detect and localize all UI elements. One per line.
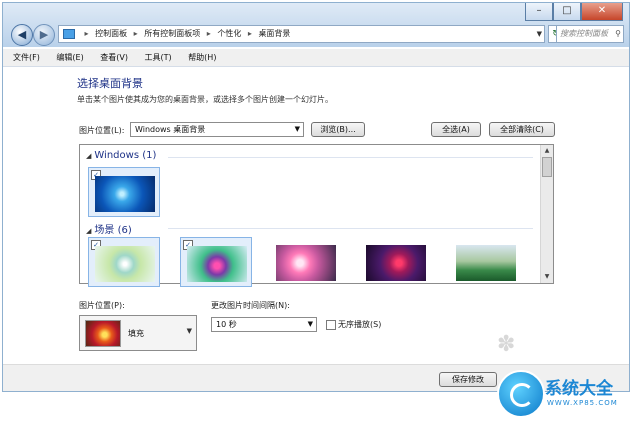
title-bar: – □ ✕ ◀ ▶ ▸ 控制面板 ▸ 所有控制面板项 ▸ 个性化 ▸ 桌面背景 … [3,3,629,47]
picture-location-value: Windows 桌面背景 [135,125,206,134]
wallpaper-thumbnail[interactable] [270,237,342,287]
wallpaper-thumbnail[interactable]: ✓ [88,237,160,287]
wallpaper-thumbnail[interactable] [450,237,522,287]
chevron-down-icon: ▼ [294,125,300,133]
windows-logo-wallpaper [95,176,155,212]
menu-bar: 文件(F) 编辑(E) 查看(V) 工具(T) 帮助(H) [3,49,629,67]
search-input[interactable]: 搜索控制面板 ⚲ [556,25,624,43]
folder-icon [63,28,75,39]
position-preview [85,320,121,347]
shuffle-label[interactable]: 无序播放(S) [338,319,381,330]
breadcrumb-desktop-background[interactable]: 桌面背景 [258,29,290,38]
scrollbar-thumb[interactable] [542,157,552,177]
breadcrumb-separator-icon: ▸ [84,29,89,38]
menu-help[interactable]: 帮助(H) [188,53,216,62]
breadcrumb-separator-icon: ▸ [206,29,211,38]
scene-wallpaper [95,246,155,282]
breadcrumb-separator-icon: ▸ [133,29,138,38]
page-subtitle: 单击某个图片使其成为您的桌面背景，或选择多个图片创建一个幻灯片。 [77,95,333,104]
maximize-button[interactable]: □ [553,3,581,21]
chevron-down-icon: ▼ [307,320,313,328]
page-title: 选择桌面背景 [77,77,143,90]
group-header-scenes[interactable]: ◢ 场景 (6) [86,221,132,236]
change-interval-value: 10 秒 [216,320,237,329]
menu-edit[interactable]: 编辑(E) [56,53,83,62]
wallpaper-thumbnail[interactable]: ✓ [88,167,160,217]
chevron-down-icon: ▼ [186,327,192,335]
back-button[interactable]: ◀ [11,24,33,46]
group-header-windows[interactable]: ◢ Windows (1) [86,150,156,161]
group-divider [168,228,533,229]
wallpaper-thumbnail[interactable] [360,237,432,287]
watermark-url: WWW.XP85.COM [547,399,618,407]
scene-wallpaper [276,245,336,281]
shuffle-checkbox[interactable] [326,320,336,330]
picture-location-select[interactable]: Windows 桌面背景 ▼ [130,122,304,137]
vertical-scrollbar[interactable]: ▲ ▼ [540,145,553,283]
picture-location-label: 图片位置(L): [79,126,125,135]
logo-icon [497,370,545,418]
search-icon[interactable]: ⚲ [615,26,621,42]
scroll-down-icon[interactable]: ▼ [542,272,552,282]
window-controls: – □ ✕ [525,3,623,21]
chevron-down-icon[interactable]: ▼ [537,26,542,42]
address-bar[interactable]: ▸ 控制面板 ▸ 所有控制面板项 ▸ 个性化 ▸ 桌面背景 ▼ [58,25,545,43]
watermark-name: 系统大全 [545,379,613,399]
wallpaper-list: ◢ Windows (1) ✓ ◢ 场景 (6) ✓ ✓ ▲ ▼ [79,144,554,287]
clear-all-button[interactable]: 全部清除(C) [489,122,555,137]
breadcrumb-all-items[interactable]: 所有控制面板项 [144,29,200,38]
breadcrumb-separator-icon: ▸ [247,29,252,38]
change-interval-select[interactable]: 10 秒 ▼ [211,317,317,332]
site-watermark: 系统大全 WWW.XP85.COM [497,368,632,418]
breadcrumb-personalization[interactable]: 个性化 [217,29,241,38]
search-placeholder: 搜索控制面板 [560,29,608,38]
menu-file[interactable]: 文件(F) [13,53,40,62]
menu-tools[interactable]: 工具(T) [145,53,172,62]
scene-wallpaper [366,245,426,281]
collapse-icon[interactable]: ◢ [86,227,91,235]
wallpaper-thumbnail[interactable]: ✓ [180,237,252,287]
main-content: 选择桌面背景 单击某个图片使其成为您的桌面背景，或选择多个图片创建一个幻灯片。 … [3,67,629,391]
browse-button[interactable]: 浏览(B)... [311,122,365,137]
select-all-button[interactable]: 全选(A) [431,122,481,137]
group-divider [168,157,533,158]
close-button[interactable]: ✕ [581,3,623,21]
picture-position-value: 填充 [128,329,144,338]
picture-position-select[interactable]: 填充 ▼ [79,315,197,351]
scene-wallpaper [456,245,516,281]
forward-button[interactable]: ▶ [33,24,55,46]
breadcrumb-control-panel[interactable]: 控制面板 [95,29,127,38]
collapse-icon[interactable]: ◢ [86,152,91,160]
minimize-button[interactable]: – [525,3,553,21]
menu-view[interactable]: 查看(V) [100,53,128,62]
paw-watermark-icon: ✽ [497,332,516,357]
save-button[interactable]: 保存修改 [439,372,497,387]
scroll-up-icon[interactable]: ▲ [542,146,552,156]
window: – □ ✕ ◀ ▶ ▸ 控制面板 ▸ 所有控制面板项 ▸ 个性化 ▸ 桌面背景 … [2,2,630,392]
picture-position-label: 图片位置(P): [79,301,125,310]
scene-wallpaper [187,246,247,282]
change-interval-label: 更改图片时间间隔(N): [211,301,290,310]
